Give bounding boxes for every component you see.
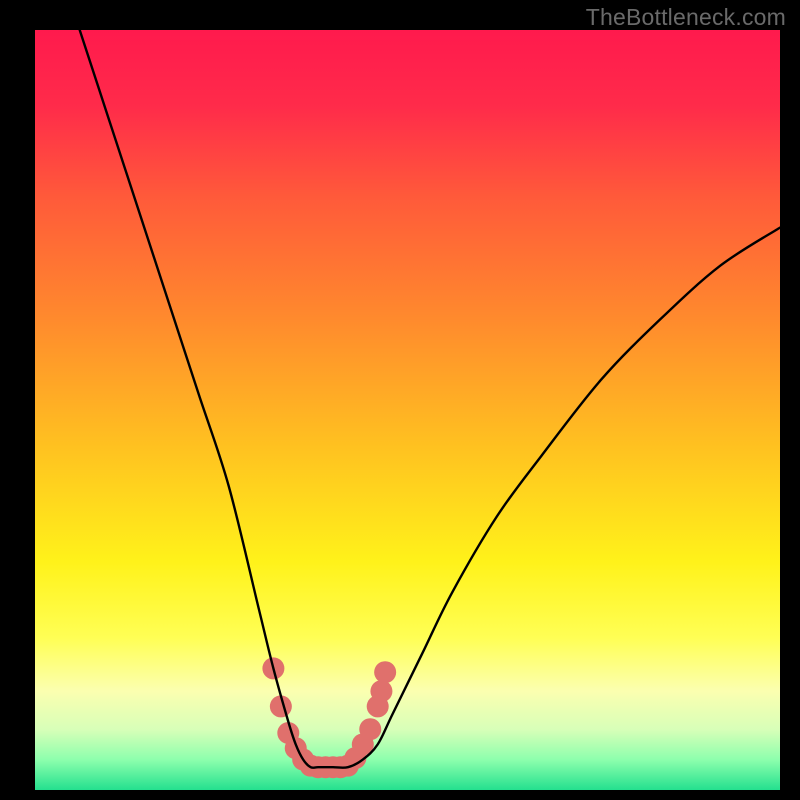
- chart-frame: TheBottleneck.com: [0, 0, 800, 800]
- marker-dot: [374, 661, 396, 683]
- bottleneck-curve: [80, 30, 780, 768]
- marker-group: [262, 657, 396, 778]
- marker-dot: [370, 680, 392, 702]
- chart-svg: [35, 30, 780, 790]
- marker-dot: [359, 718, 381, 740]
- watermark-text: TheBottleneck.com: [586, 4, 786, 31]
- plot-area: [35, 30, 780, 790]
